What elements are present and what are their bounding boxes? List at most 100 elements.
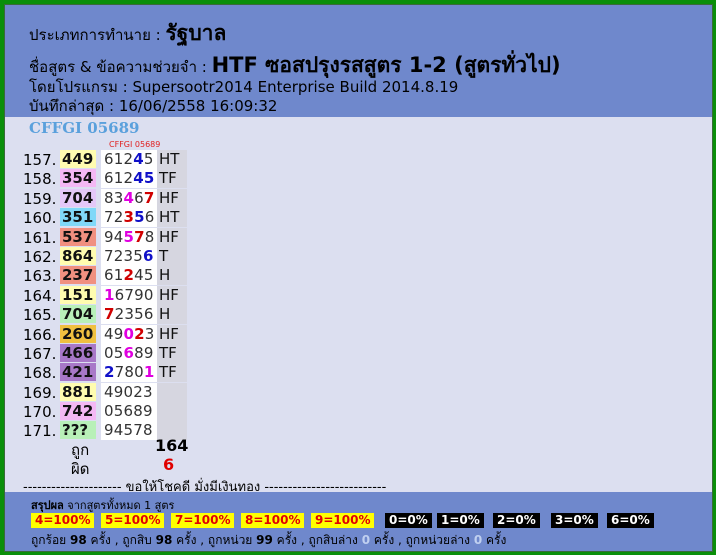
predicted-number: ???: [60, 421, 96, 440]
stat-suffix: ครั้ง: [482, 533, 507, 547]
hit-tag: HT: [157, 150, 187, 169]
stat-suffix: ครั้ง ,: [272, 533, 309, 547]
result-digit: 5: [123, 227, 135, 246]
row-index: 159.: [23, 189, 57, 208]
stat-value: 98: [155, 533, 173, 547]
result-digit: 2: [113, 246, 124, 265]
prediction-type-line: ประเภทการทำนาย : รัฐบาล: [29, 17, 226, 50]
result-digit: 2: [134, 324, 145, 343]
digit-badge-miss: 6=0%: [607, 513, 654, 528]
hit-tag: H: [157, 305, 187, 325]
result-digit: 3: [113, 188, 124, 207]
result-digits: 72356: [101, 246, 158, 266]
result-digit: 2: [113, 208, 124, 227]
main-frame: ประเภทการทำนาย : รัฐบาล ชื่อสูตร & ข้อคว…: [4, 4, 713, 552]
hit-tag: [157, 402, 187, 422]
result-digits: 05689: [101, 343, 158, 363]
result-digit: 7: [104, 208, 114, 227]
predicted-number: 449: [60, 150, 96, 168]
result-digit: 7: [104, 305, 115, 324]
result-digit: 6: [104, 266, 114, 285]
result-digit: 5: [143, 150, 154, 168]
result-digit: 4: [113, 227, 124, 246]
result-digit: 2: [123, 150, 134, 168]
predicted-number: 864: [60, 246, 96, 265]
result-digit: 1: [113, 266, 124, 285]
result-digit: 8: [124, 363, 135, 382]
result-digits: 16790: [101, 285, 158, 305]
last-saved-line: บันทึกล่าสุด : 16/06/2558 16:09:32: [29, 97, 278, 115]
result-digits: 49023: [101, 324, 158, 344]
stat-value: 0: [361, 533, 371, 547]
summary-title-rest: จากสูตรทั้งหมด 1 สูตร: [63, 499, 175, 512]
result-digit: 8: [144, 227, 155, 246]
result-digit: 5: [113, 402, 124, 421]
result-digit: 7: [124, 285, 135, 304]
header-panel: ประเภทการทำนาย : รัฐบาล ชื่อสูตร & ข้อคว…: [5, 5, 712, 117]
hit-tag: TF: [157, 363, 187, 383]
digit-badge-miss: 0=0%: [385, 513, 432, 528]
row-index: 157.: [23, 151, 57, 169]
result-digit: 5: [143, 169, 155, 188]
summary-title: สรุปผล จากสูตรทั้งหมด 1 สูตร: [31, 496, 174, 514]
result-digit: 5: [134, 208, 145, 227]
result-digit: 6: [143, 305, 154, 324]
prediction-type-label: ประเภทการทำนาย :: [29, 26, 166, 44]
result-digit: 0: [104, 402, 114, 421]
hit-tag: TF: [157, 169, 187, 189]
result-digit: 6: [123, 343, 135, 362]
predicted-number: 742: [60, 402, 96, 421]
predicted-number: 421: [60, 363, 96, 382]
result-digit: 8: [134, 343, 144, 362]
stat-suffix: ครั้ง ,: [172, 533, 208, 547]
row-index: 169.: [23, 383, 57, 402]
result-digits: 49023: [101, 382, 158, 402]
result-digit: 7: [114, 363, 125, 382]
result-digits: 83467: [101, 188, 158, 208]
summary-title-bold: สรุปผล: [31, 499, 64, 512]
row-index: 168.: [23, 364, 57, 383]
hit-tag: T: [157, 246, 187, 266]
result-digit: 7: [104, 246, 114, 265]
result-digit: 1: [113, 169, 124, 188]
hit-tag: H: [157, 266, 187, 286]
result-digit: 1: [104, 285, 115, 304]
digit-badge-miss: 3=0%: [551, 513, 598, 528]
result-digit: 2: [114, 305, 125, 324]
row-index: 162.: [23, 247, 57, 266]
result-digit: 3: [123, 208, 135, 227]
digit-badge-miss: 1=0%: [437, 513, 484, 528]
stat-label: ถูกหน่วย: [207, 533, 257, 547]
result-digit: 5: [123, 421, 134, 440]
result-digit: 4: [104, 382, 114, 401]
stat-suffix: ครั้ง ,: [86, 533, 123, 547]
result-digit: 6: [123, 402, 134, 421]
predicted-number: 537: [60, 227, 96, 246]
result-digit: 3: [124, 305, 135, 324]
result-digit: 3: [144, 324, 155, 343]
result-digit: 5: [133, 246, 143, 265]
result-digit: 3: [143, 382, 153, 401]
digit-badge-hit: 7=100%: [171, 513, 235, 528]
row-index: 163.: [23, 267, 57, 286]
predicted-number: 260: [60, 324, 96, 343]
result-digit: 4: [113, 421, 124, 440]
predicted-number: 151: [60, 285, 96, 304]
result-digit: 8: [133, 402, 143, 421]
predicted-number: 704: [60, 305, 96, 324]
stat-value: 0: [473, 533, 483, 547]
hit-tag: HT: [157, 208, 187, 228]
row-index: 170.: [23, 403, 57, 422]
result-digit: 5: [143, 266, 154, 285]
row-index: 158.: [23, 170, 57, 189]
digit-badge-hit: 4=100%: [31, 513, 95, 528]
result-digit: 7: [134, 227, 145, 246]
result-digit: 9: [143, 343, 154, 362]
result-digit: 0: [104, 343, 114, 362]
formula-name-value: HTF ซอสปรุงรสสูตร 1-2 (สูตรทั่วไป): [211, 53, 561, 77]
predicted-number: 466: [60, 343, 96, 362]
hit-tag: HF: [157, 227, 187, 247]
row-index: 161.: [23, 228, 57, 247]
result-digit: 1: [113, 150, 124, 168]
result-digit: 9: [134, 285, 144, 304]
